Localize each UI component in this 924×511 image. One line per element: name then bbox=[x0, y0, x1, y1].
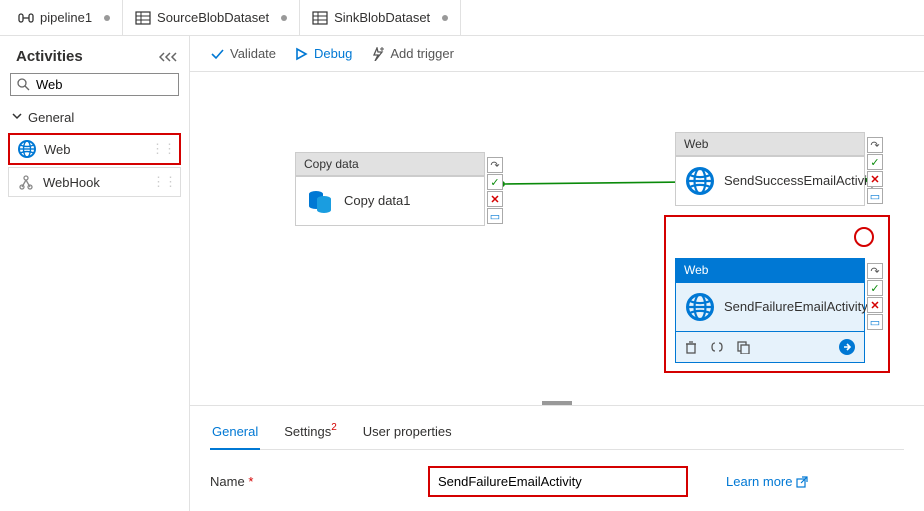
tab-settings[interactable]: Settings2 bbox=[282, 416, 339, 449]
drag-grip-icon: ⋮⋮ bbox=[152, 174, 176, 190]
learn-more-link[interactable]: Learn more bbox=[726, 474, 808, 489]
pipeline-toolbar: Validate Debug Add trigger bbox=[190, 36, 924, 72]
validate-button[interactable]: Validate bbox=[210, 46, 276, 61]
port-failure-icon[interactable]: ✕ bbox=[867, 297, 883, 313]
dataset-icon bbox=[312, 10, 328, 26]
node-status-ports[interactable]: ↷ ✓ ✕ ▭ bbox=[867, 263, 883, 330]
main: Activities General Web ⋮⋮ bbox=[0, 36, 924, 511]
callout-circle bbox=[854, 227, 874, 247]
node-copy-data[interactable]: Copy data Copy data1 bbox=[295, 152, 485, 226]
name-label: Name * bbox=[210, 474, 410, 489]
collapse-panel-button[interactable] bbox=[159, 51, 177, 63]
port-failure-icon[interactable]: ✕ bbox=[867, 171, 883, 187]
activity-label: WebHook bbox=[43, 175, 100, 190]
delete-icon[interactable] bbox=[684, 340, 698, 354]
group-label: General bbox=[28, 110, 74, 125]
dataset-icon bbox=[135, 10, 151, 26]
tab-sink-dataset[interactable]: SinkBlobDataset bbox=[300, 0, 461, 35]
drag-grip-icon: ⋮⋮ bbox=[151, 141, 175, 157]
group-general[interactable]: General bbox=[0, 104, 189, 131]
properties-panel: General Settings2 User properties Name *… bbox=[190, 405, 924, 511]
port-completion-icon[interactable]: ↷ bbox=[867, 263, 883, 279]
tab-source-dataset[interactable]: SourceBlobDataset bbox=[123, 0, 300, 35]
dirty-dot-icon bbox=[442, 15, 448, 21]
check-icon bbox=[210, 47, 224, 61]
external-link-icon bbox=[796, 476, 808, 488]
web-icon bbox=[686, 167, 714, 195]
copy-data-icon bbox=[306, 187, 334, 215]
node-label: SendFailureEmailActivity bbox=[724, 299, 844, 316]
tab-user-properties[interactable]: User properties bbox=[361, 416, 454, 449]
node-actions bbox=[675, 332, 865, 363]
tab-label: SourceBlobDataset bbox=[157, 10, 269, 25]
web-icon bbox=[686, 293, 714, 321]
port-success-icon[interactable]: ✓ bbox=[867, 154, 883, 170]
add-trigger-button[interactable]: Add trigger bbox=[370, 46, 454, 61]
port-completion-icon[interactable]: ↷ bbox=[487, 157, 503, 173]
node-status-ports[interactable]: ↷ ✓ ✕ ▭ bbox=[487, 157, 503, 224]
clone-icon[interactable] bbox=[736, 340, 750, 354]
node-header: Web bbox=[675, 258, 865, 282]
properties-tabs: General Settings2 User properties bbox=[210, 416, 904, 450]
node-header: Copy data bbox=[295, 152, 485, 176]
go-icon[interactable] bbox=[838, 338, 856, 356]
canvas[interactable]: Copy data Copy data1 ↷ ✓ ✕ ▭ Web bbox=[190, 72, 924, 401]
node-label: Copy data1 bbox=[344, 193, 411, 210]
name-input[interactable] bbox=[438, 474, 678, 489]
tab-label: SinkBlobDataset bbox=[334, 10, 430, 25]
activity-item-webhook[interactable]: WebHook ⋮⋮ bbox=[8, 167, 181, 197]
designer: Validate Debug Add trigger Copy data bbox=[190, 36, 924, 511]
tab-pipeline[interactable]: pipeline1 bbox=[6, 0, 123, 35]
tab-general[interactable]: General bbox=[210, 416, 260, 449]
node-send-success[interactable]: Web SendSuccessEmailActivity bbox=[675, 132, 865, 206]
node-header: Web bbox=[675, 132, 865, 156]
pipeline-icon bbox=[18, 10, 34, 26]
settings-badge: 2 bbox=[331, 422, 337, 433]
code-icon[interactable] bbox=[710, 340, 724, 354]
activities-search[interactable] bbox=[10, 73, 179, 96]
node-status-ports[interactable]: ↷ ✓ ✕ ▭ bbox=[867, 137, 883, 204]
trigger-icon bbox=[370, 47, 384, 61]
validate-label: Validate bbox=[230, 46, 276, 61]
activity-label: Web bbox=[44, 142, 71, 157]
port-skip-icon[interactable]: ▭ bbox=[487, 208, 503, 224]
port-success-icon[interactable]: ✓ bbox=[867, 280, 883, 296]
tab-label: pipeline1 bbox=[40, 10, 92, 25]
required-star: * bbox=[248, 474, 253, 489]
port-completion-icon[interactable]: ↷ bbox=[867, 137, 883, 153]
dirty-dot-icon bbox=[104, 15, 110, 21]
name-row: Name * Learn more bbox=[210, 466, 904, 497]
top-tabs: pipeline1 SourceBlobDataset SinkBlobData… bbox=[0, 0, 924, 36]
port-skip-icon[interactable]: ▭ bbox=[867, 314, 883, 330]
add-trigger-label: Add trigger bbox=[390, 46, 454, 61]
activities-panel: Activities General Web ⋮⋮ bbox=[0, 36, 190, 511]
play-icon bbox=[294, 47, 308, 61]
search-icon bbox=[17, 78, 30, 91]
port-skip-icon[interactable]: ▭ bbox=[867, 188, 883, 204]
web-icon bbox=[18, 140, 36, 158]
debug-label: Debug bbox=[314, 46, 352, 61]
node-send-failure[interactable]: Web SendFailureEmailActivity bbox=[675, 258, 865, 363]
search-input[interactable] bbox=[36, 77, 172, 92]
name-input-wrapper bbox=[428, 466, 688, 497]
node-label: SendSuccessEmailActivity bbox=[724, 173, 844, 190]
port-failure-icon[interactable]: ✕ bbox=[487, 191, 503, 207]
webhook-icon bbox=[17, 173, 35, 191]
dirty-dot-icon bbox=[281, 15, 287, 21]
debug-button[interactable]: Debug bbox=[294, 46, 352, 61]
activity-item-web[interactable]: Web ⋮⋮ bbox=[8, 133, 181, 165]
activities-title: Activities bbox=[16, 48, 83, 65]
chevron-down-icon bbox=[12, 111, 22, 124]
port-success-icon[interactable]: ✓ bbox=[487, 174, 503, 190]
